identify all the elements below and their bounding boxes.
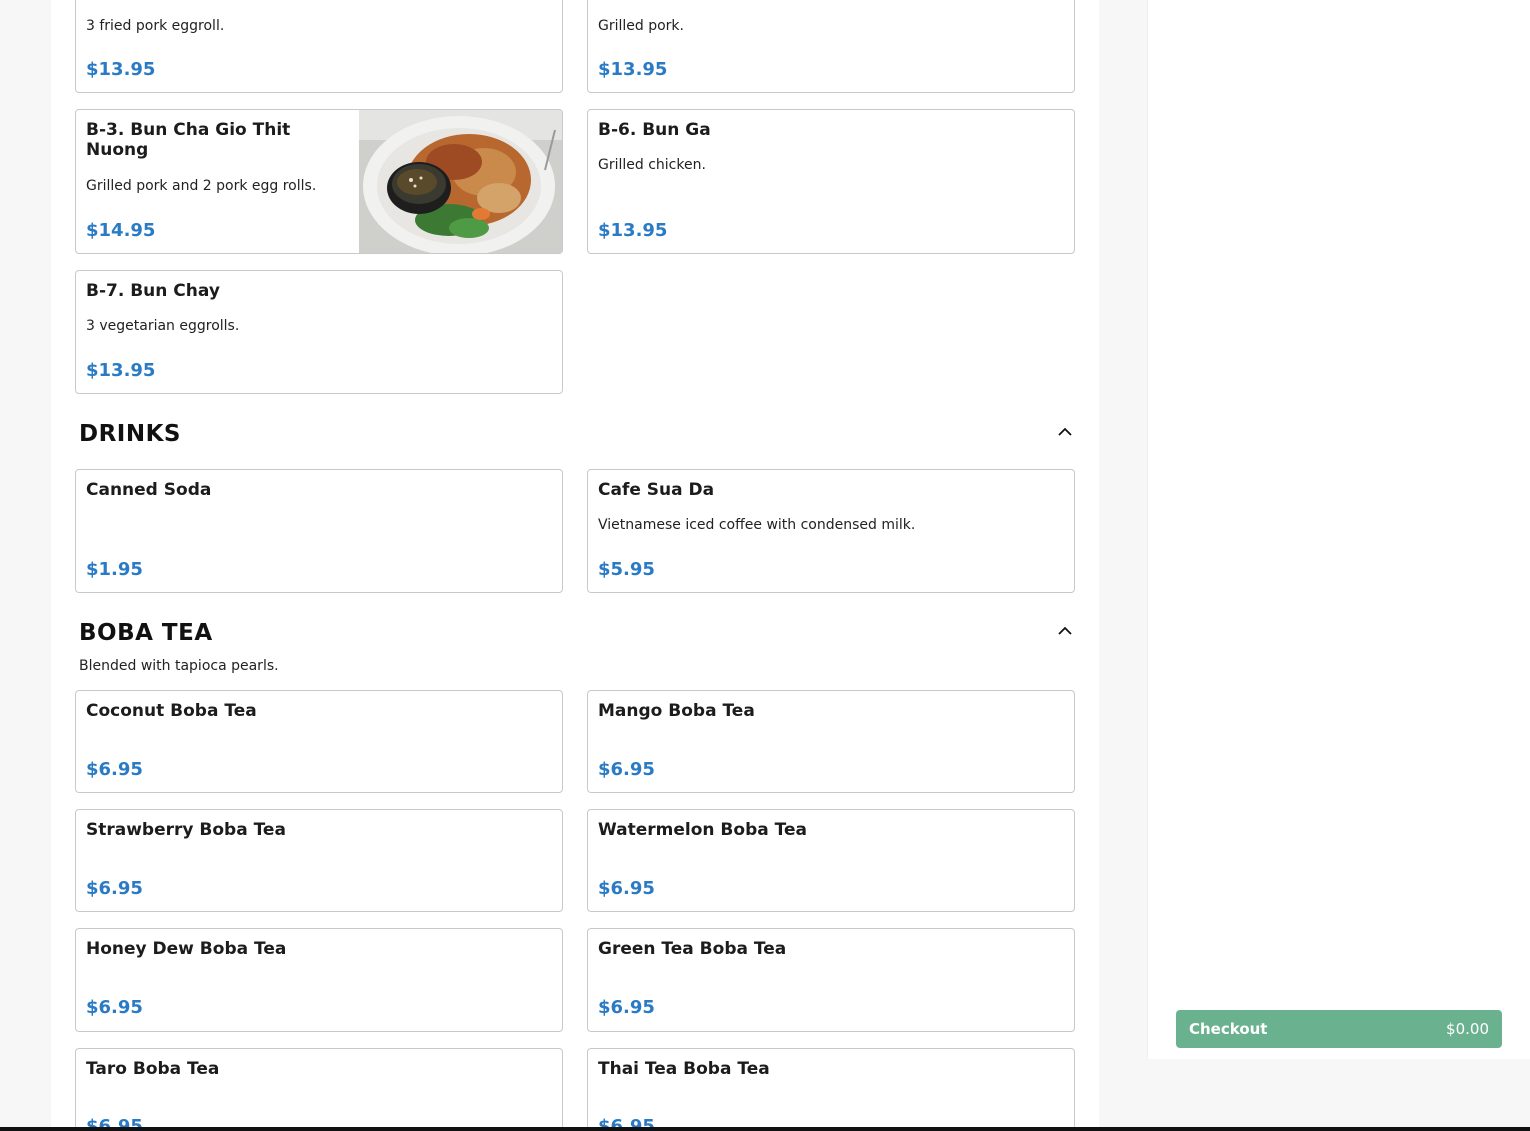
item-price: $1.95 [86,559,143,580]
item-description: 3 fried pork eggroll. [86,18,225,34]
menu-column: 3 fried pork eggroll. $13.95 Grilled por… [51,0,1099,1131]
chevron-up-icon[interactable] [1057,422,1073,436]
checkout-label: Checkout [1189,1020,1268,1038]
section-title-drinks: DRINKS [79,421,181,447]
item-description: Grilled pork and 2 pork egg rolls. [86,178,317,194]
item-name: B-3. Bun Cha Gio Thit Nuong [86,120,291,160]
menu-item-card[interactable]: Mango Boba Tea $6.95 [587,690,1075,793]
item-name: B-7. Bun Chay [86,281,220,301]
menu-item-card[interactable]: 3 fried pork eggroll. $13.95 [75,0,563,93]
item-price: $14.95 [86,220,156,241]
item-description: Grilled chicken. [598,157,706,173]
item-name: B-6. Bun Ga [598,120,711,140]
item-description: Grilled pork. [598,18,684,34]
item-price: $13.95 [86,360,156,381]
section-description: Blended with tapioca pearls. [79,658,279,674]
menu-item-cafe-sua-da[interactable]: Cafe Sua Da Vietnamese iced coffee with … [587,469,1075,593]
menu-item-card[interactable]: Green Tea Boba Tea $6.95 [587,928,1075,1032]
item-price: $13.95 [598,59,668,80]
menu-item-card[interactable]: Coconut Boba Tea $6.95 [75,690,563,793]
item-description: Vietnamese iced coffee with condensed mi… [598,517,916,533]
item-price: $6.95 [86,878,143,899]
menu-item-card[interactable]: Thai Tea Boba Tea $6.95 [587,1048,1075,1131]
item-name: Taro Boba Tea [86,1059,220,1079]
menu-item-card[interactable]: Watermelon Boba Tea $6.95 [587,809,1075,912]
item-name: Strawberry Boba Tea [86,820,286,840]
item-price: $6.95 [598,878,655,899]
item-price: $6.95 [86,997,143,1018]
item-name: Green Tea Boba Tea [598,939,787,959]
cart-panel [1147,0,1530,1059]
item-price: $13.95 [598,220,668,241]
item-name: Cafe Sua Da [598,480,715,500]
item-price: $6.95 [598,759,655,780]
chevron-up-icon[interactable] [1057,621,1073,635]
menu-item-card[interactable]: Grilled pork. $13.95 [587,0,1075,93]
item-price: $13.95 [86,59,156,80]
menu-item-card[interactable]: Strawberry Boba Tea $6.95 [75,809,563,912]
item-name: Honey Dew Boba Tea [86,939,287,959]
item-name: Canned Soda [86,480,212,500]
menu-item-canned-soda[interactable]: Canned Soda $1.95 [75,469,563,593]
item-price: $5.95 [598,559,655,580]
menu-item-b7[interactable]: B-7. Bun Chay 3 vegetarian eggrolls. $13… [75,270,563,394]
item-name: Watermelon Boba Tea [598,820,807,840]
section-title-boba-tea: BOBA TEA [79,620,213,646]
item-name: Coconut Boba Tea [86,701,257,721]
cart-total: $0.00 [1446,1020,1489,1038]
menu-item-card[interactable]: Taro Boba Tea $6.95 [75,1048,563,1131]
item-price: $6.95 [86,759,143,780]
item-name: Thai Tea Boba Tea [598,1059,770,1079]
item-description: 3 vegetarian eggrolls. [86,318,240,334]
menu-item-b3[interactable]: B-3. Bun Cha Gio Thit Nuong Grilled pork… [75,109,563,254]
menu-item-card[interactable]: Honey Dew Boba Tea $6.95 [75,928,563,1032]
item-name: Mango Boba Tea [598,701,755,721]
menu-item-b6[interactable]: B-6. Bun Ga Grilled chicken. $13.95 [587,109,1075,254]
item-photo [359,110,562,253]
checkout-button[interactable]: Checkout $0.00 [1176,1010,1502,1048]
item-price: $6.95 [598,997,655,1018]
bottom-border [0,1127,1530,1131]
